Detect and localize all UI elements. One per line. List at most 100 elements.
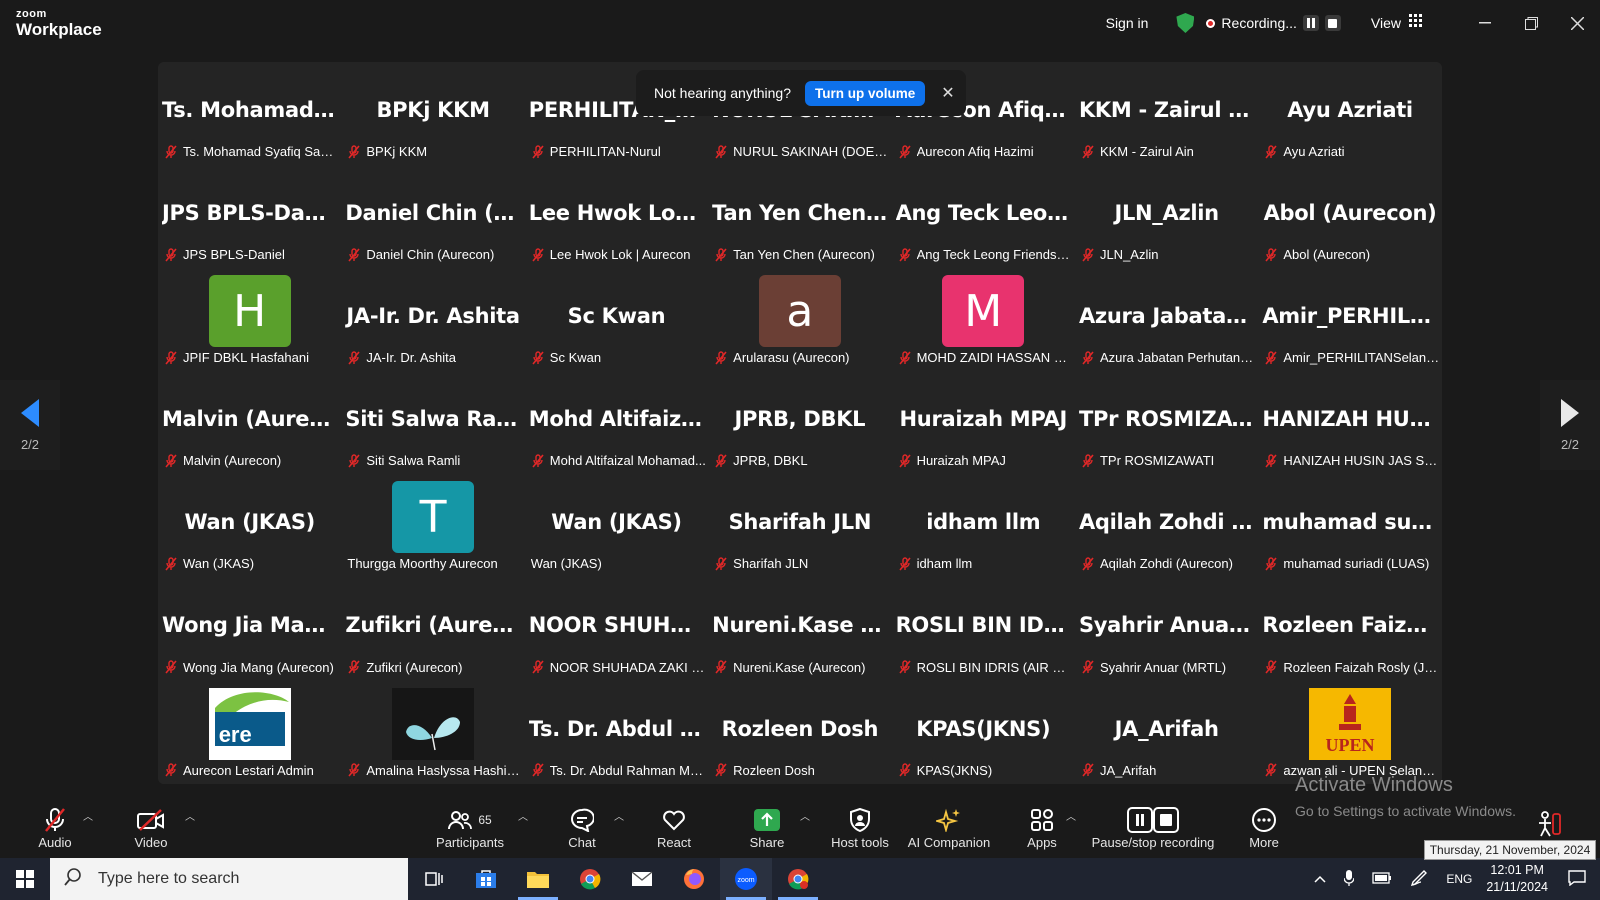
next-page-button[interactable]: 2/2: [1540, 380, 1600, 470]
participant-tile[interactable]: Aqilah Zohdi (A... Aqilah Zohdi (Aurecon): [1074, 474, 1259, 578]
participant-tile[interactable]: Tan Yen Chen (A... Tan Yen Chen (Aurecon): [708, 165, 892, 269]
participant-tile[interactable]: JA_Arifah JA_Arifah: [1074, 680, 1259, 784]
share-button[interactable]: Share: [744, 796, 790, 858]
participant-tile[interactable]: UPEN azwan ali - UPEN Selangor: [1258, 680, 1442, 784]
participant-tile[interactable]: Syahrir Anuar (... Syahrir Anuar (MRTL): [1074, 577, 1259, 681]
participant-tile[interactable]: Ang Teck Leong... Ang Teck Leong Friends …: [891, 165, 1075, 269]
participant-tile[interactable]: JPS BPLS-Daniel JPS BPLS-Daniel: [158, 165, 342, 269]
participant-tile[interactable]: Siti Salwa Ramli Siti Salwa Ramli: [341, 371, 525, 475]
audio-button[interactable]: Audio: [30, 796, 80, 858]
taskbar-search-box[interactable]: Type here to search: [50, 858, 408, 900]
encryption-shield-icon[interactable]: [1176, 13, 1195, 33]
participant-tile[interactable]: idham llm idham llm: [891, 474, 1075, 578]
participant-name: PERHILITAN-Nurul: [549, 144, 661, 160]
mic-muted-icon: [898, 144, 912, 159]
participant-tile[interactable]: Azura Jabatan P... Azura Jabatan Perhutan…: [1074, 268, 1259, 372]
chrome-icon[interactable]: [564, 858, 616, 900]
participant-tile[interactable]: Amalina Haslyssa Hashim...: [341, 680, 525, 784]
participant-tile[interactable]: Nureni.Kase (Au... Nureni.Kase (Aurecon): [708, 577, 892, 681]
restore-icon[interactable]: [1508, 0, 1554, 46]
participant-tile[interactable]: JLN_Azlin JLN_Azlin: [1074, 165, 1259, 269]
hand-figure-icon[interactable]: [1536, 810, 1562, 843]
apps-options-chevron-icon[interactable]: ︿: [1066, 808, 1076, 823]
sign-in-link[interactable]: Sign in: [1106, 15, 1149, 31]
notifications-icon[interactable]: [1568, 869, 1586, 889]
participant-tile[interactable]: Rozleen Dosh Rozleen Dosh: [708, 680, 892, 784]
show-hidden-icons-chevron-icon[interactable]: [1314, 872, 1326, 886]
participant-tile[interactable]: Wan (JKAS) Wan (JKAS): [158, 474, 342, 578]
more-button[interactable]: More: [1242, 796, 1286, 858]
participant-tile[interactable]: Ayu Azriati Ayu Azriati: [1258, 62, 1442, 166]
participant-tile[interactable]: Zufikri (Aurecon) Zufikri (Aurecon): [341, 577, 525, 681]
taskbar-clock[interactable]: 12:01 PM 21/11/2024: [1486, 862, 1548, 896]
firefox-icon[interactable]: [668, 858, 720, 900]
participant-tile[interactable]: T Thurgga Moorthy Aurecon: [341, 474, 525, 578]
turn-up-volume-button[interactable]: Turn up volume: [805, 80, 926, 106]
participant-tile[interactable]: NOOR SHUHAD... NOOR SHUHADA ZAKI (B...: [524, 577, 709, 681]
pause-recording-icon[interactable]: [1302, 15, 1319, 31]
participant-tile[interactable]: Sharifah JLN Sharifah JLN: [708, 474, 892, 578]
participant-name: Sharifah JLN: [733, 556, 809, 572]
participant-tile[interactable]: JA-Ir. Dr. Ashita JA-Ir. Dr. Ashita: [341, 268, 525, 372]
share-options-chevron-icon[interactable]: ︿: [800, 808, 810, 823]
close-icon[interactable]: [1554, 0, 1600, 46]
zoom-taskbar-icon[interactable]: zoom: [720, 858, 772, 900]
microphone-tray-icon[interactable]: [1343, 869, 1355, 889]
apps-button[interactable]: Apps: [1020, 796, 1064, 858]
participant-tile[interactable]: muhamad suria... muhamad suriadi (LUAS): [1258, 474, 1442, 578]
task-view-icon[interactable]: [408, 858, 460, 900]
participant-tile[interactable]: Sc Kwan Sc Kwan: [524, 268, 709, 372]
pause-stop-recording-button[interactable]: Pause/stop recording: [1090, 796, 1216, 858]
participant-tile[interactable]: JPRB, DBKL JPRB, DBKL: [708, 371, 892, 475]
video-options-chevron-icon[interactable]: ︿: [185, 808, 195, 823]
participant-tile[interactable]: H JPIF DBKL Hasfahani: [158, 268, 342, 372]
participant-tile[interactable]: KPAS(JKNS) KPAS(JKNS): [891, 680, 1075, 784]
previous-page-button[interactable]: 2/2: [0, 380, 60, 470]
file-explorer-icon[interactable]: [512, 858, 564, 900]
participant-tile[interactable]: ere Aurecon Lestari Admin: [158, 680, 342, 784]
chat-options-chevron-icon[interactable]: ︿: [614, 808, 624, 823]
chrome-profile-icon[interactable]: [772, 858, 824, 900]
grid-view-icon[interactable]: [1409, 14, 1422, 32]
ai-companion-button[interactable]: AI Companion: [904, 796, 994, 858]
audio-label: Audio: [38, 834, 72, 850]
video-button[interactable]: Video: [126, 796, 176, 858]
participant-tile[interactable]: ROSLI BIN IDRI... ROSLI BIN IDRIS (AIR SE…: [891, 577, 1075, 681]
participant-tile[interactable]: BPKj KKM BPKj KKM: [341, 62, 525, 166]
view-menu[interactable]: View: [1371, 15, 1401, 31]
participant-tile[interactable]: Rozleen Faizah... Rozleen Faizah Rosly (J…: [1258, 577, 1442, 681]
participant-tile[interactable]: TPr ROSMIZAW... TPr ROSMIZAWATI: [1074, 371, 1259, 475]
microsoft-store-icon[interactable]: [460, 858, 512, 900]
participant-tile[interactable]: Lee Hwok Lok |... Lee Hwok Lok | Aurecon: [524, 165, 709, 269]
battery-icon[interactable]: [1372, 871, 1392, 887]
stop-recording-icon[interactable]: [1324, 15, 1341, 31]
windows-start-icon[interactable]: [0, 858, 50, 900]
participant-tile[interactable]: Mohd Altifaizal... Mohd Altifaizal Mohama…: [524, 371, 709, 475]
participant-display-name: NOOR SHUHAD...: [528, 613, 704, 638]
participant-tile[interactable]: HANIZAH HUSI... HANIZAH HUSIN JAS SEL...: [1258, 371, 1442, 475]
chat-button[interactable]: Chat: [560, 796, 604, 858]
participant-tile[interactable]: M MOHD ZAIDI HASSAN @ ...: [891, 268, 1075, 372]
host-tools-button[interactable]: Host tools: [830, 796, 890, 858]
participants-button[interactable]: 65 Participants: [432, 796, 508, 858]
participant-name-label: JPS BPLS-Daniel: [164, 247, 339, 262]
participant-tile[interactable]: KKM - Zairul Ain KKM - Zairul Ain: [1074, 62, 1259, 166]
participant-tile[interactable]: Abol (Aurecon) Abol (Aurecon): [1258, 165, 1442, 269]
toast-close-icon[interactable]: ✕: [941, 83, 954, 103]
audio-options-chevron-icon[interactable]: ︿: [83, 808, 93, 823]
mail-icon[interactable]: [616, 858, 668, 900]
react-button[interactable]: React: [651, 796, 697, 858]
participants-options-chevron-icon[interactable]: ︿: [518, 808, 528, 823]
participant-tile[interactable]: Huraizah MPAJ Huraizah MPAJ: [891, 371, 1075, 475]
participant-tile[interactable]: Malvin (Aurecon) Malvin (Aurecon): [158, 371, 342, 475]
participant-tile[interactable]: Ts. Dr. Abdul Ra... Ts. Dr. Abdul Rahman …: [524, 680, 709, 784]
language-indicator[interactable]: ENG: [1446, 872, 1472, 886]
participant-tile[interactable]: Wong Jia Mang... Wong Jia Mang (Aurecon): [158, 577, 342, 681]
minimize-icon[interactable]: [1462, 0, 1508, 46]
pen-icon[interactable]: [1410, 869, 1428, 890]
participant-tile[interactable]: Ts. Mohamad Sy... Ts. Mohamad Syafiq Sam.…: [158, 62, 342, 166]
participant-tile[interactable]: Amir_PERHILIT... Amir_PERHILITANSelangor: [1258, 268, 1442, 372]
participant-tile[interactable]: a Arularasu (Aurecon): [708, 268, 892, 372]
participant-tile[interactable]: Wan (JKAS) Wan (JKAS): [524, 474, 709, 578]
participant-tile[interactable]: Daniel Chin (Au... Daniel Chin (Aurecon): [341, 165, 525, 269]
